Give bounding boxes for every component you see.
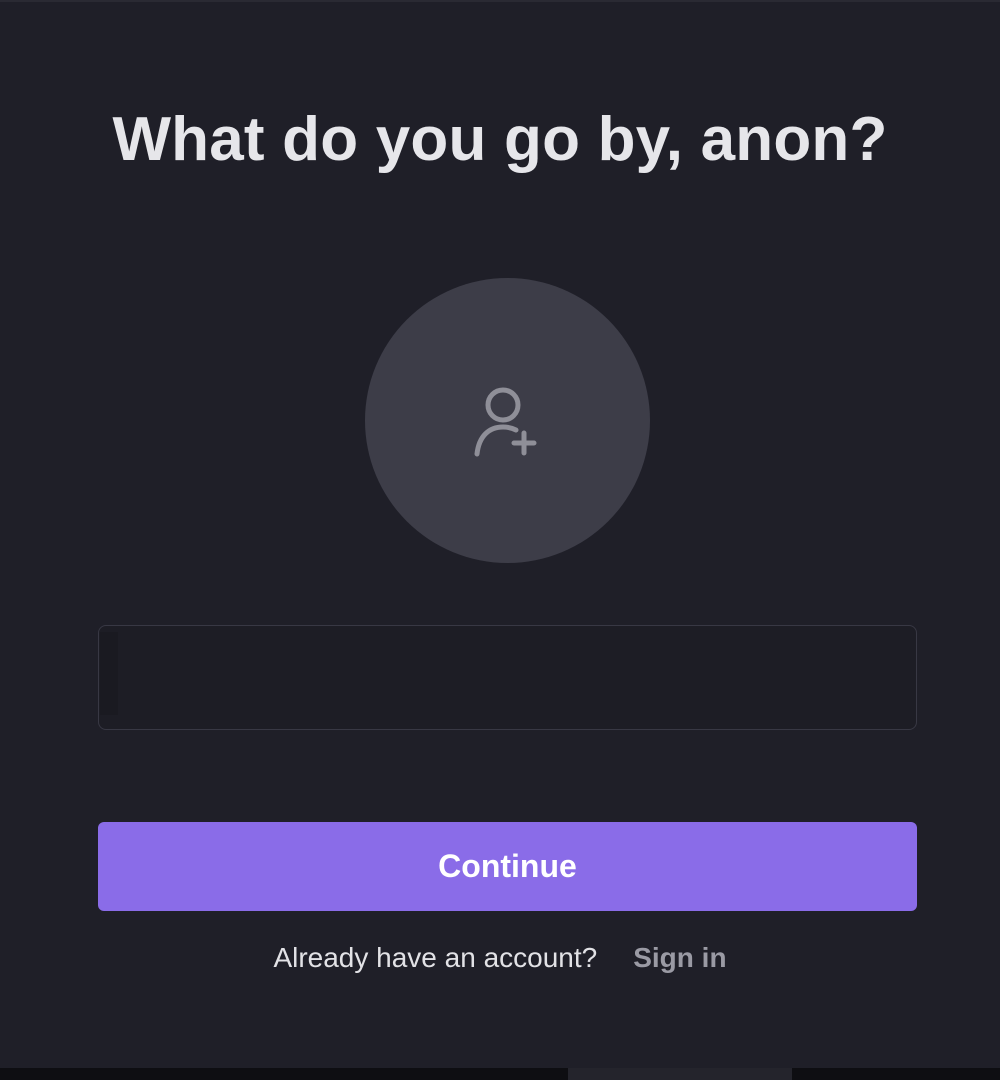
onboarding-dialog: What do you go by, anon? Continue Alread…	[0, 2, 1000, 1068]
screen: What do you go by, anon? Continue Alread…	[0, 0, 1000, 1080]
avatar-upload-button[interactable]	[365, 278, 650, 563]
signin-row: Already have an account? Sign in	[0, 938, 1000, 978]
background-page-panel	[568, 1068, 792, 1080]
background-page-strip	[0, 1068, 1000, 1080]
signin-prompt: Already have an account?	[273, 942, 598, 973]
dialog-title: What do you go by, anon?	[112, 105, 888, 174]
display-name-input[interactable]	[98, 625, 917, 730]
add-user-icon	[468, 381, 548, 461]
signin-link[interactable]: Sign in	[633, 942, 726, 974]
continue-button[interactable]: Continue	[98, 822, 917, 911]
